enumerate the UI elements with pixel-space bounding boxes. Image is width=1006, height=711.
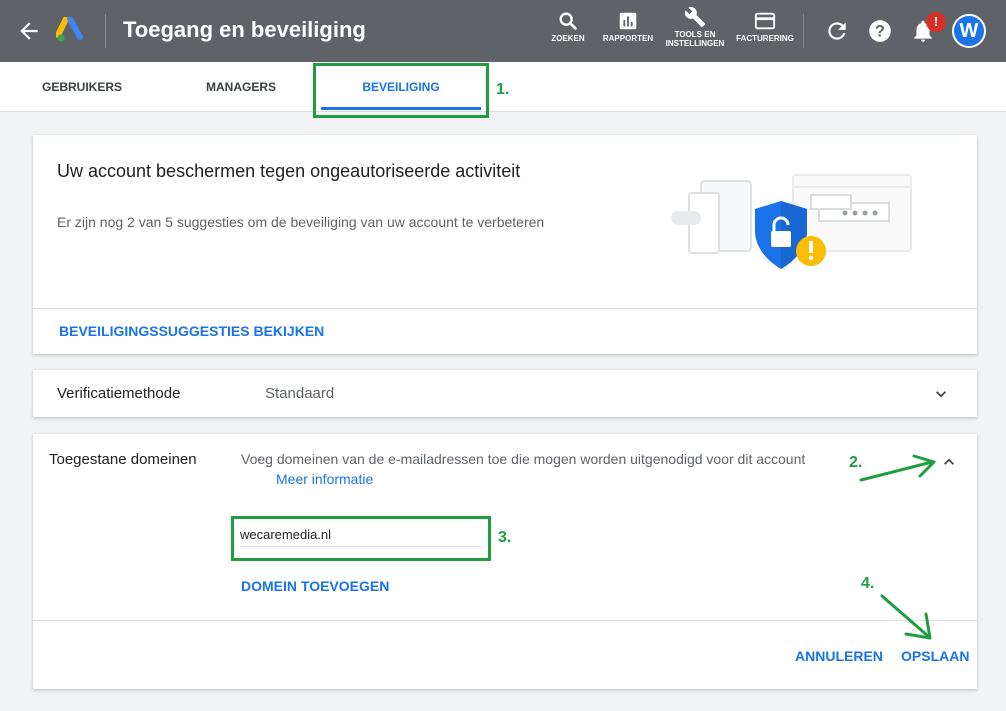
bar-chart-icon bbox=[619, 12, 637, 30]
back-arrow-icon[interactable] bbox=[16, 18, 42, 44]
annotation-box-tab bbox=[313, 63, 489, 118]
wrench-icon bbox=[684, 7, 706, 28]
security-suggestions-card: Uw account beschermen tegen ongeautorise… bbox=[33, 135, 977, 354]
reports-tool-label: RAPPORTEN bbox=[602, 34, 654, 43]
google-ads-logo-icon bbox=[56, 17, 83, 42]
view-security-suggestions-link[interactable]: BEVEILIGINGSSUGGESTIES BEKIJKEN bbox=[59, 323, 324, 339]
page-title: Toegang en beveiliging bbox=[123, 17, 366, 42]
billing-tool-label: FACTURERING bbox=[736, 34, 794, 43]
card-footer-divider bbox=[33, 620, 977, 621]
top-app-bar: Toegang en beveiliging ZOEKEN RAPPORTEN … bbox=[0, 0, 1006, 62]
header-divider-right bbox=[803, 14, 804, 48]
verification-label: Verificatiemethode bbox=[57, 385, 181, 402]
more-info-link[interactable]: Meer informatie bbox=[276, 471, 373, 487]
tab-managers[interactable]: MANAGERS bbox=[196, 62, 286, 112]
notification-badge: ! bbox=[926, 12, 946, 32]
tools-settings-button[interactable]: TOOLS EN INSTELLINGEN bbox=[655, 6, 735, 48]
allowed-domains-card: Toegestane domeinen Voeg domeinen van de… bbox=[33, 434, 977, 689]
annotation-number-4: 4. bbox=[861, 575, 875, 592]
svg-text:?: ? bbox=[875, 22, 885, 40]
header-divider bbox=[105, 14, 106, 48]
cancel-button[interactable]: ANNULEREN bbox=[795, 648, 883, 664]
billing-tool-button[interactable]: FACTURERING bbox=[725, 10, 805, 43]
tab-gebruikers[interactable]: GEBRUIKERS bbox=[34, 62, 130, 112]
chevron-down-icon[interactable] bbox=[931, 384, 951, 404]
security-heading: Uw account beschermen tegen ongeautorise… bbox=[57, 161, 521, 181]
annotation-number-3: 3. bbox=[498, 529, 512, 546]
annotation-box-domain-input bbox=[231, 516, 491, 561]
allowed-domains-label: Toegestane domeinen bbox=[49, 451, 197, 468]
refresh-icon[interactable] bbox=[824, 18, 850, 44]
security-subtext: Er zijn nog 2 van 5 suggesties om de bev… bbox=[57, 214, 545, 230]
save-button[interactable]: OPSLAAN bbox=[901, 648, 969, 664]
tools-settings-label: TOOLS EN INSTELLINGEN bbox=[665, 30, 725, 48]
annotation-number-1: 1. bbox=[496, 81, 510, 98]
avatar[interactable]: W bbox=[952, 14, 986, 48]
chevron-up-icon[interactable] bbox=[939, 452, 959, 472]
search-icon bbox=[559, 12, 577, 30]
help-icon[interactable]: ? bbox=[867, 18, 893, 44]
add-domain-button[interactable]: DOMEIN TOEVOEGEN bbox=[241, 578, 389, 594]
annotation-arrow-2-icon bbox=[859, 454, 936, 482]
verification-method-row[interactable]: Verificatiemethode Standaard bbox=[33, 370, 977, 417]
verification-value: Standaard bbox=[265, 385, 335, 402]
annotation-arrow-4-icon bbox=[880, 594, 932, 640]
search-tool-label: ZOEKEN bbox=[551, 34, 585, 43]
security-shield-illustration-icon bbox=[671, 174, 912, 269]
card-divider bbox=[33, 308, 977, 309]
credit-card-icon bbox=[754, 12, 776, 30]
allowed-domains-description: Voeg domeinen van de e-mailadressen toe … bbox=[241, 451, 806, 467]
